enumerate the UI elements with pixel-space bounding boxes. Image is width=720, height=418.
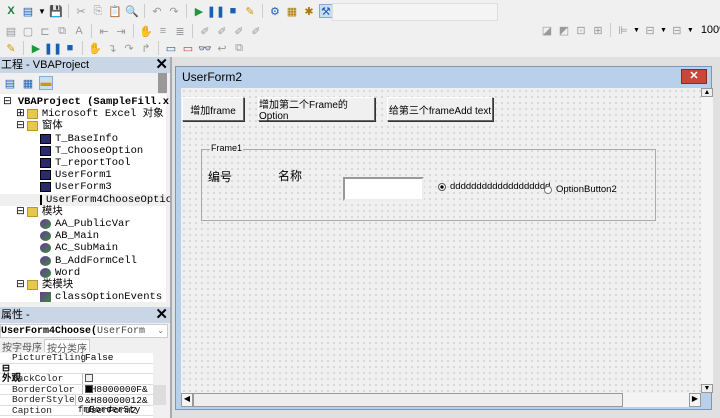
save-icon[interactable]: 💾 [49, 4, 63, 18]
properties-tabs: 按字母序 按分类序 [0, 339, 90, 355]
properties-header: 属性 - UserForm4ChooseOptionTest ✕ [0, 307, 170, 337]
tree-item[interactable]: UserForm1 [0, 169, 166, 181]
excel-icon[interactable]: X [4, 4, 18, 18]
add-option-button[interactable]: 增加第二个Frame的Option [258, 97, 375, 122]
close-icon[interactable]: ✕ [155, 57, 168, 72]
design-mode-icon[interactable]: ✎ [243, 4, 257, 18]
tree-item[interactable]: T_ChooseOption [0, 145, 166, 157]
reset-icon[interactable]: ■ [63, 41, 77, 55]
immediate-icon[interactable]: ▭ [181, 41, 195, 55]
tab-categorized[interactable]: 按分类序 [44, 339, 90, 355]
redo-icon[interactable]: ↷ [167, 4, 181, 18]
object-select[interactable]: UserForm4Choose(UserForm ⌄ [0, 324, 168, 338]
properties-scrollbar[interactable] [153, 353, 166, 418]
locals-icon[interactable]: ▭ [164, 41, 178, 55]
insert-userform-icon[interactable]: ▤ [21, 4, 35, 18]
label-name: 名称 [278, 169, 303, 183]
property-row[interactable]: BackColor &H8000000F& [0, 374, 153, 395]
view-code-icon[interactable]: ▤ [3, 76, 17, 90]
tree-item[interactable]: UserForm3 [0, 181, 166, 193]
vertical-scrollbar[interactable]: ▲ ▼ [701, 88, 713, 393]
close-button[interactable]: ✕ [681, 69, 707, 84]
project-explorer-icon[interactable]: ⚙ [268, 4, 282, 18]
scroll-thumb[interactable] [193, 393, 623, 407]
option-button-2[interactable]: OptionButton2 [544, 184, 617, 195]
property-row[interactable]: PictureTiling False [0, 353, 153, 364]
scrollbar[interactable] [158, 73, 167, 93]
userform-title: UserForm2 [182, 70, 243, 84]
radio-checked-icon [438, 182, 446, 191]
property-row[interactable]: Caption UserForm2 [0, 405, 153, 416]
object-browser-icon[interactable]: ✱ [302, 4, 316, 18]
tree-item[interactable]: AA_PublicVar [0, 218, 166, 230]
break-icon[interactable]: ❚❚ [207, 4, 225, 18]
run-icon[interactable]: ▶ [29, 41, 43, 55]
horizontal-scrollbar[interactable]: ◀ ▶ [181, 393, 701, 407]
userform-client[interactable]: 增加frame 增加第二个Frame的Option 给第三个frameAdd t… [181, 88, 701, 393]
tree-item[interactable]: AC_SubMain [0, 242, 166, 254]
radio-unchecked-icon [544, 185, 552, 194]
watch-icon[interactable]: 👓 [198, 41, 212, 55]
project-toolbar: ▤ ▦ ▬ [0, 73, 170, 93]
tree-item[interactable]: AB_Main [0, 230, 166, 242]
view-object-icon[interactable]: ▦ [21, 76, 35, 90]
chevron-down-icon: ⌄ [157, 327, 164, 336]
run-icon[interactable]: ▶ [192, 4, 206, 18]
copy-icon[interactable]: ⎘ [91, 4, 105, 18]
tree-item[interactable]: T_reportTool [0, 157, 166, 169]
property-row[interactable]: BorderStyle 0 - fmBorderSty [0, 395, 153, 414]
location-box [332, 3, 498, 21]
tree-item[interactable]: Word [0, 267, 166, 279]
debug-toolbar: ✎ ▶ ❚❚ ■ ✋ ↴ ↷ ↱ ▭ ▭ 👓 ↩ ⧉ [4, 40, 246, 56]
undo-icon[interactable]: ↶ [150, 4, 164, 18]
toggle-folders-icon[interactable]: ▬ [39, 76, 53, 90]
tree-item[interactable]: classOptionEvents [0, 291, 166, 303]
paste-icon[interactable]: 📋 [108, 4, 122, 18]
properties-window-icon[interactable]: ▦ [285, 4, 299, 18]
add-frame-button[interactable]: 增加frame [182, 97, 244, 121]
design-mode-icon[interactable]: ✎ [4, 41, 18, 55]
edit-toolbar: ▤ ▢ ⊏ ⧉ A ⇤ ⇥ ✋ ≡ ≣ ✐ ✐ ✐ ✐ [5, 24, 261, 38]
project-tree: ⊟ VBAProject (SampleFill.xlam) ⊞ Microsoft… [0, 94, 204, 303]
add-text-button[interactable]: 给第三个frameAdd text [387, 97, 493, 121]
zoom-value[interactable]: 100% [701, 24, 720, 36]
find-icon[interactable]: 🔍 [125, 4, 139, 18]
textbox[interactable] [343, 177, 424, 201]
break-icon[interactable]: ❚❚ [44, 41, 62, 55]
tree-item[interactable]: B_AddFormCell [0, 254, 166, 267]
project-explorer-header: 工程 - VBAProject ✕ [0, 57, 170, 73]
tree-modules-folder[interactable]: ⊟ 模块 [0, 206, 166, 218]
reset-icon[interactable]: ■ [226, 4, 240, 18]
project-explorer-title: 工程 - VBAProject [1, 59, 90, 71]
label-number: 编号 [208, 170, 233, 184]
standard-toolbar: X ▤▼ 💾 ✂ ⎘ 📋 🔍 ↶ ↷ ▶ ❚❚ ■ ✎ ⚙ ▦ ✱ ⚒ ? [4, 3, 498, 21]
cut-icon[interactable]: ✂ [74, 4, 88, 18]
frame-caption: Frame1 [210, 143, 244, 153]
tree-class-folder[interactable]: ⊟ 类模块 [0, 279, 166, 291]
tree-excel-objects[interactable]: ⊞ Microsoft Excel 对象 [0, 108, 166, 120]
close-icon[interactable]: ✕ [155, 307, 168, 322]
frame1[interactable]: Frame1 编号 名称 ddddddddddddddddddd OptionB… [201, 143, 656, 221]
toolbox-icon[interactable]: ⚒ [318, 4, 333, 18]
userform-window[interactable]: UserForm2 ✕ 增加frame 增加第二个Frame的Option 给第… [175, 66, 713, 410]
option-button-1[interactable]: ddddddddddddddddddd [438, 181, 550, 192]
properties-grid: PictureTiling False ⊟ 外观 BackColor &H800000… [0, 353, 153, 418]
tree-item-selected[interactable]: UserForm4ChooseOptionTest [0, 193, 204, 206]
tab-alphabetic[interactable]: 按字母序 [0, 339, 44, 354]
tree-forms-folder[interactable]: ⊟ 窗体 [0, 120, 166, 132]
userform-toolbar: ◪◩⊡⊞⊫▼⊟▼⊟▼ 100% [540, 22, 720, 38]
tree-item[interactable]: T_BaseInfo [0, 133, 166, 145]
tree-root[interactable]: ⊟ VBAProject (SampleFill.xlam) [0, 96, 194, 108]
